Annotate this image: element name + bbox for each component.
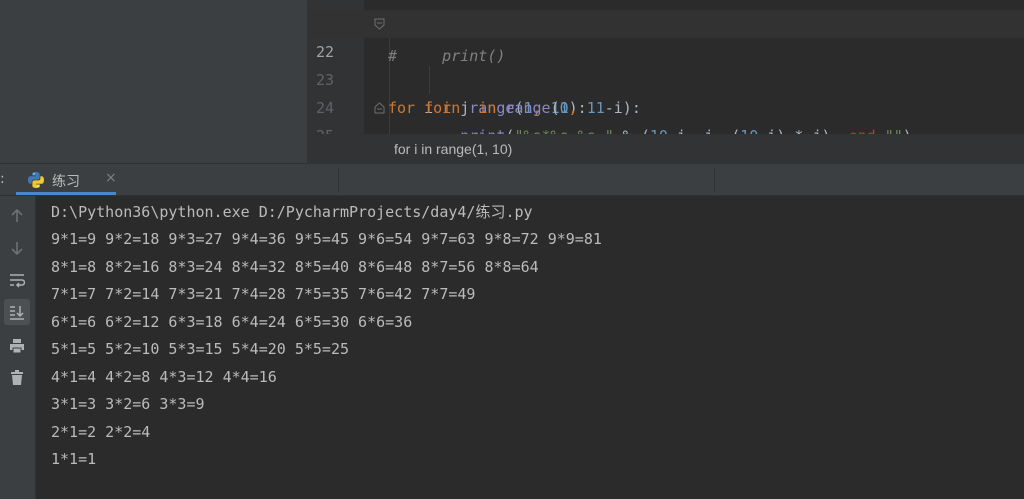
console-output-line: 1*1=1 <box>51 450 106 468</box>
run-tab-label: 练习 <box>52 174 80 190</box>
clear-console-button[interactable] <box>4 365 30 391</box>
print-icon <box>10 339 24 354</box>
code-line[interactable]: 23 for j in range(1, 11-i): <box>308 38 1024 117</box>
run-tab[interactable]: 练习 × <box>16 164 117 195</box>
console-output[interactable]: D:\Python36\python.exe D:/PycharmProject… <box>37 196 1024 499</box>
run-tool-header: : 练习 × <box>0 163 1024 196</box>
tool-window-title-suffix: : <box>0 171 5 187</box>
fold-end-icon[interactable] <box>374 102 385 114</box>
scroll-to-end-button[interactable] <box>4 299 30 325</box>
console-output-line: 2*1=2 2*2=4 <box>51 423 160 441</box>
code-line[interactable]: 24 print("%s*%s=%s " % (10-i, j, (10-i) … <box>308 66 1024 145</box>
breadcrumb-item[interactable]: for i in range(1, 10) <box>394 141 512 157</box>
python-icon <box>28 172 44 188</box>
console-output-line: 7*1=7 7*2=14 7*3=21 7*4=28 7*5=35 7*6=42… <box>51 285 485 303</box>
print-button[interactable] <box>4 333 30 359</box>
down-arrow-button[interactable] <box>4 235 30 261</box>
header-divider <box>338 168 339 193</box>
up-arrow-button[interactable] <box>4 203 30 229</box>
trash-icon <box>11 370 23 385</box>
console-output-line: 6*1=6 6*2=12 6*3=18 6*4=24 6*5=30 6*6=36 <box>51 313 422 331</box>
close-tab-icon[interactable]: × <box>105 170 117 186</box>
up-arrow-icon <box>11 208 23 222</box>
down-arrow-icon <box>11 242 23 256</box>
breadcrumb[interactable]: for i in range(1, 10) <box>308 134 1024 163</box>
console-output-line: 3*1=3 3*2=6 3*3=9 <box>51 395 214 413</box>
console-output-line: 8*1=8 8*2=16 8*3=24 8*4=32 8*5=40 8*6=48… <box>51 258 548 276</box>
soft-wrap-icon <box>10 274 25 288</box>
console-command-line: D:\Python36\python.exe D:/PycharmProject… <box>51 203 533 221</box>
project-panel <box>0 0 307 163</box>
code-line[interactable]: 25 print() <box>308 94 1024 145</box>
console-output-line: 9*1=9 9*2=18 9*3=27 9*4=36 9*5=45 9*6=54… <box>51 230 611 248</box>
console-output-line: 5*1=5 5*2=10 5*3=15 5*4=20 5*5=25 <box>51 340 359 358</box>
code-line-current[interactable]: 22 for i in range(1, 10): <box>308 10 1024 117</box>
fold-collapse-icon[interactable] <box>374 18 385 30</box>
active-tab-indicator <box>16 192 116 195</box>
console-output-line: 4*1=4 4*2=8 4*3=12 4*4=16 <box>51 368 286 386</box>
scroll-to-end-icon <box>10 306 24 320</box>
soft-wrap-button[interactable] <box>4 267 30 293</box>
header-divider <box>714 168 715 193</box>
run-toolbar <box>0 196 36 499</box>
